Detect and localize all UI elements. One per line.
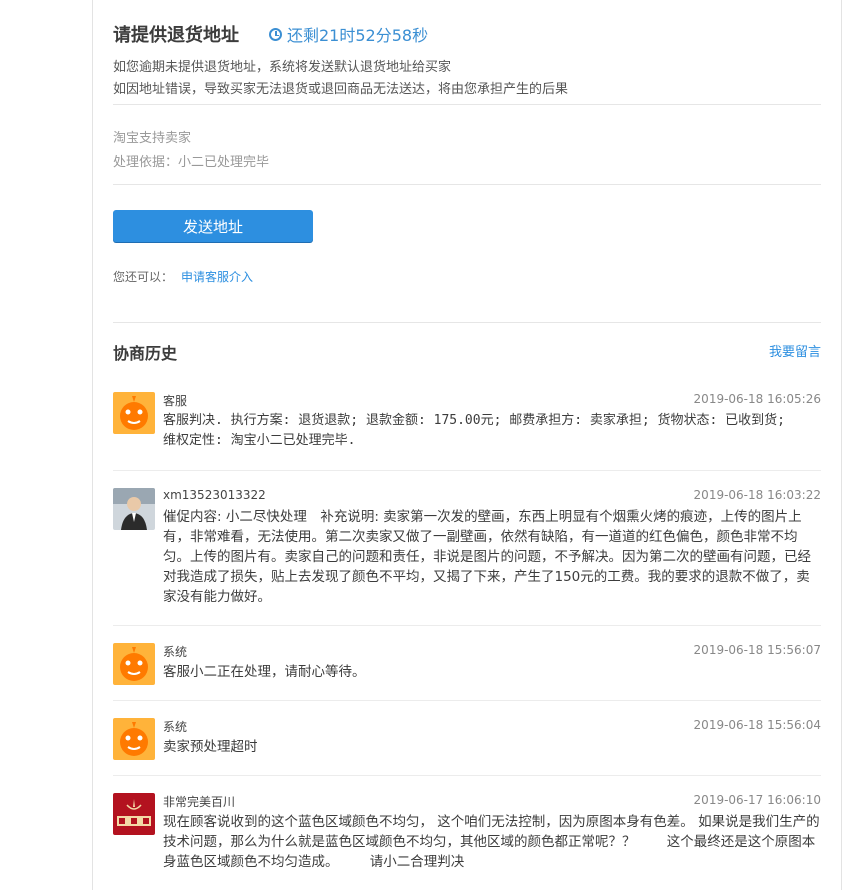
panel-content: 请提供退货地址 还剩21时52分58秒 如您逾期未提供退货地址，系统将发送默认退…	[113, 0, 821, 890]
shop-logo-avatar	[113, 793, 155, 835]
history-message: 系统 2019-06-18 15:56:04 卖家预处理超时	[113, 718, 821, 768]
refund-panel: 请提供退货地址 还剩21时52分58秒 如您逾期未提供退货地址，系统将发送默认退…	[92, 0, 842, 890]
message-text: 催促内容: 小二尽快处理 补充说明: 卖家第一次发的壁画，东西上明显有个烟熏火烤…	[163, 509, 811, 605]
also-label: 您还可以：	[113, 270, 174, 284]
divider	[113, 470, 821, 471]
user-photo-avatar	[113, 488, 155, 530]
message-time: 2019-06-17 16:06:10	[693, 793, 821, 807]
support-status: 淘宝支持卖家	[113, 131, 192, 146]
countdown-timer: 还剩21时52分58秒	[269, 22, 428, 46]
message-time: 2019-06-18 15:56:07	[693, 643, 821, 657]
message-author: 客服	[163, 394, 188, 408]
divider	[113, 775, 821, 776]
history-message: xm13523013322 2019-06-18 16:03:22 催促内容: …	[113, 488, 821, 618]
address-error-note: 如因地址错误，导致买家无法退货或退回商品无法送达，将由您承担产生的后果	[113, 82, 569, 97]
message-text: 客服小二正在处理，请耐心等待。	[163, 664, 366, 680]
divider	[113, 700, 821, 701]
message-author: 系统	[163, 645, 188, 659]
message-text: 卖家预处理超时	[163, 739, 258, 755]
taobao-mascot-avatar	[113, 643, 155, 685]
history-message: 非常完美百川 2019-06-17 16:06:10 现在顾客说收到的这个蓝色区…	[113, 793, 821, 883]
countdown-text: 还剩21时52分58秒	[287, 26, 429, 45]
message-time: 2019-06-18 15:56:04	[693, 718, 821, 732]
message-author: 非常完美百川	[163, 795, 236, 809]
divider	[113, 104, 821, 105]
leave-message-link[interactable]: 我要留言	[769, 341, 821, 360]
message-author: 系统	[163, 720, 188, 734]
taobao-mascot-avatar	[113, 392, 155, 434]
divider	[113, 322, 821, 323]
page-title: 请提供退货地址	[113, 25, 239, 46]
history-message: 系统 2019-06-18 15:56:07 客服小二正在处理，请耐心等待。	[113, 643, 821, 693]
apply-service-link[interactable]: 申请客服介入	[181, 270, 253, 284]
message-author: xm13523013322	[163, 488, 266, 502]
message-time: 2019-06-18 16:03:22	[693, 488, 821, 502]
processing-basis: 处理依据：小二已处理完毕	[113, 155, 270, 170]
also-options: 您还可以： 申请客服介入	[113, 268, 253, 285]
taobao-mascot-avatar	[113, 718, 155, 760]
message-text: 现在顾客说收到的这个蓝色区域颜色不均匀， 这个咱们无法控制，因为原图本身有色差。…	[163, 814, 820, 870]
history-message: 客服 2019-06-18 16:05:26 客服判决. 执行方案: 退货退款;…	[113, 392, 821, 462]
message-time: 2019-06-18 16:05:26	[693, 392, 821, 406]
overdue-note: 如您逾期未提供退货地址，系统将发送默认退货地址给买家	[113, 60, 452, 75]
clock-icon	[269, 27, 282, 41]
divider	[113, 184, 821, 185]
history-title: 协商历史	[113, 344, 178, 363]
message-text: 客服判决. 执行方案: 退货退款; 退款金额: 175.00元; 邮费承担方: …	[163, 413, 786, 448]
send-address-button[interactable]: 发送地址	[113, 210, 313, 242]
divider	[113, 625, 821, 626]
